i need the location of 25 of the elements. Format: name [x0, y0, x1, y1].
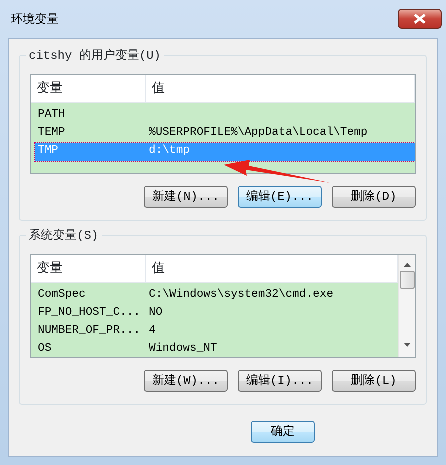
- dialog-button[interactable]: 新建(W)...: [144, 370, 228, 392]
- dialog-button[interactable]: 删除(D): [332, 186, 416, 208]
- close-icon: [414, 14, 426, 24]
- list-view[interactable]: 变量 值 PATH TEMP %USERPROFILE%\AppData\Local\Temp TMP d:\tmp: [30, 74, 416, 174]
- list-row[interactable]: FP_NO_HOST_C... NO: [35, 305, 398, 323]
- list-row[interactable]: TEMP %USERPROFILE%\AppData\Local\Temp: [35, 125, 415, 143]
- scroll-up-icon[interactable]: [404, 263, 410, 267]
- ok-button[interactable]: 确定: [251, 421, 315, 443]
- dialog-button[interactable]: 编辑(E)...: [238, 186, 322, 208]
- list-view[interactable]: 变量 值 ComSpec C:\Windows\system32\cmd.exe FP_NO_HOST_C... NO NUMBER_OF_PR... 4 OS Windows_NT: [30, 254, 416, 358]
- scrollbar[interactable]: [398, 255, 415, 357]
- scroll-thumb[interactable]: [400, 271, 414, 289]
- dialog-button[interactable]: 编辑(I)...: [238, 370, 322, 392]
- column-header[interactable]: 值: [146, 75, 415, 102]
- list-row[interactable]: PATH: [35, 107, 415, 125]
- window-title: 环境变量: [10, 11, 59, 28]
- dialog-button[interactable]: 新建(N)...: [144, 186, 228, 208]
- column-header[interactable]: 变量: [31, 75, 146, 102]
- list-row[interactable]: NUMBER_OF_PR... 4: [35, 323, 398, 341]
- list-row[interactable]: OS Windows_NT: [35, 341, 398, 357]
- scroll-down-icon[interactable]: [404, 343, 410, 347]
- dialog-button[interactable]: 删除(L): [332, 370, 416, 392]
- column-header[interactable]: 变量: [31, 255, 146, 282]
- list-row[interactable]: ComSpec C:\Windows\system32\cmd.exe: [35, 287, 398, 305]
- close-button[interactable]: [398, 9, 442, 29]
